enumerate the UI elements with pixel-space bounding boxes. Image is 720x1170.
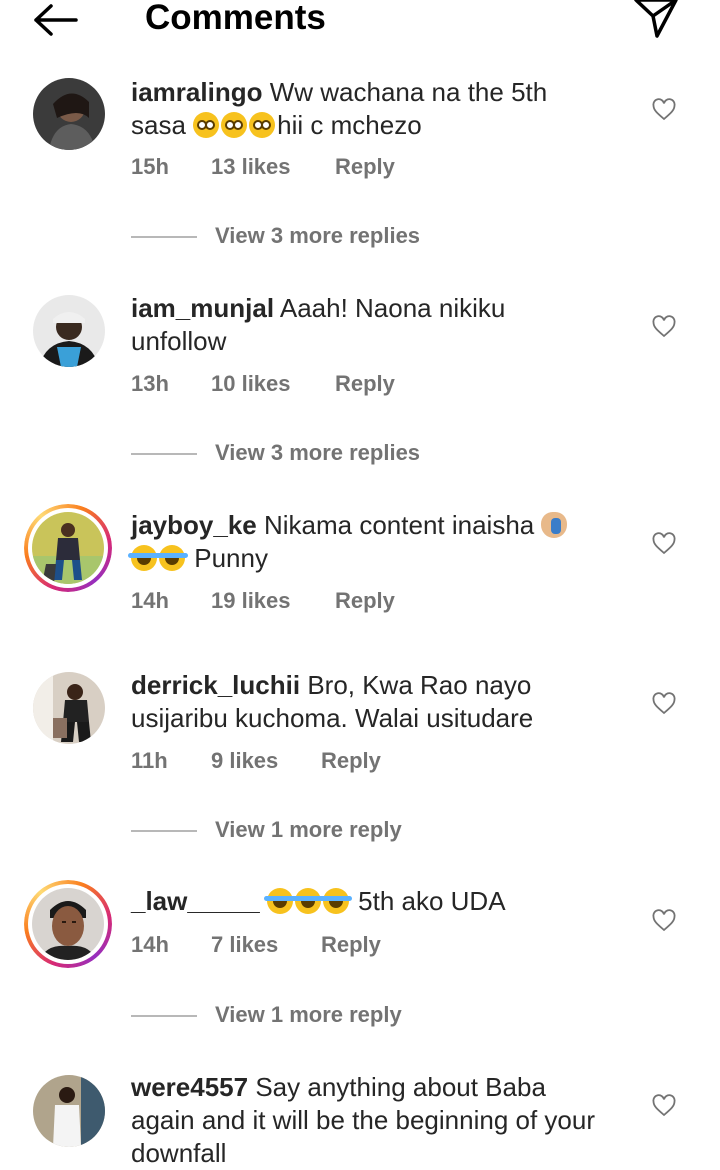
divider-line xyxy=(131,236,197,238)
divider-line xyxy=(131,830,197,832)
comment-username[interactable]: jayboy_ke xyxy=(131,510,257,540)
comment-username[interactable]: iamralingo xyxy=(131,77,262,107)
comment-time: 11h xyxy=(131,748,168,773)
comment-likes[interactable]: 10 likes xyxy=(211,369,291,399)
reply-button[interactable]: Reply xyxy=(321,930,381,960)
comment-body-end: hii c mchezo xyxy=(277,110,422,140)
flushed-face-emoji xyxy=(221,112,248,138)
comment-body: 5th ako UDA xyxy=(358,886,506,916)
reply-button[interactable]: Reply xyxy=(321,746,381,776)
comment-text: iam_munjal Aaah! Naona nikiku unfollow xyxy=(131,292,601,358)
divider-line xyxy=(131,1015,197,1017)
flushed-face-emoji xyxy=(193,112,220,138)
comment-text: _law_____ 5th ako UDA xyxy=(131,885,601,918)
face-with-tears-of-joy-emoji xyxy=(319,888,352,914)
comment-time: 14h xyxy=(131,588,169,613)
view-more-label[interactable]: View 1 more reply xyxy=(215,1000,402,1030)
avatar[interactable] xyxy=(33,672,105,744)
flushed-face-emoji xyxy=(249,112,276,138)
heart-outline-icon[interactable] xyxy=(652,315,676,339)
reply-button[interactable]: Reply xyxy=(335,369,395,399)
comment-text: jayboy_ke Nikama content inaisha Punny xyxy=(128,509,601,575)
divider-line xyxy=(131,453,197,455)
heart-outline-icon[interactable] xyxy=(652,692,676,716)
avatar-story-ring[interactable] xyxy=(24,504,112,592)
facepalm-emoji xyxy=(541,512,568,538)
page-title: Comments xyxy=(145,0,326,37)
reply-button[interactable]: Reply xyxy=(335,586,395,616)
share-button[interactable] xyxy=(632,0,680,40)
avatar[interactable] xyxy=(33,78,105,150)
comment-likes[interactable]: 7 likes xyxy=(211,930,278,960)
avatar-story-ring[interactable] xyxy=(24,880,112,968)
heart-outline-icon[interactable] xyxy=(652,909,676,933)
face-with-tears-of-joy-emoji xyxy=(128,545,160,571)
comment-time: 13h xyxy=(131,371,169,396)
view-more-label[interactable]: View 3 more replies xyxy=(215,221,420,251)
reply-button[interactable]: Reply xyxy=(335,152,395,182)
comment-username[interactable]: were4557 xyxy=(131,1072,248,1102)
comment-text: derrick_luchii Bro, Kwa Rao nayo usijari… xyxy=(131,669,601,735)
comment-likes[interactable]: 9 likes xyxy=(211,746,278,776)
comment-likes[interactable]: 19 likes xyxy=(211,586,291,616)
heart-outline-icon[interactable] xyxy=(652,1094,676,1118)
avatar[interactable] xyxy=(33,295,105,367)
heart-outline-icon[interactable] xyxy=(652,532,676,556)
view-more-label[interactable]: View 1 more reply xyxy=(215,815,402,845)
view-more-label[interactable]: View 3 more replies xyxy=(215,438,420,468)
comment-text: were4557 Say anything about Baba again a… xyxy=(131,1071,601,1170)
arrow-left-icon xyxy=(34,4,78,36)
avatar xyxy=(32,888,104,960)
avatar[interactable] xyxy=(33,1075,105,1147)
comment-username[interactable]: derrick_luchii xyxy=(131,670,300,700)
header-bar: Comments xyxy=(0,0,720,50)
comment-body-end: Punny xyxy=(194,543,268,573)
comment-username[interactable]: iam_munjal xyxy=(131,293,274,323)
comment-likes[interactable]: 13 likes xyxy=(211,152,291,182)
comment-body: Nikama content inaisha xyxy=(263,510,535,540)
face-with-tears-of-joy-emoji xyxy=(263,888,296,914)
paper-plane-icon xyxy=(634,0,678,38)
comment-time: 14h xyxy=(131,932,169,957)
back-button[interactable] xyxy=(32,2,80,38)
comment-time: 15h xyxy=(131,154,169,179)
face-with-tears-of-joy-emoji xyxy=(291,888,324,914)
avatar xyxy=(32,512,104,584)
heart-outline-icon[interactable] xyxy=(652,98,676,122)
comment-text: iamralingo Ww wachana na the 5th sasa hi… xyxy=(131,76,601,142)
face-with-tears-of-joy-emoji xyxy=(156,545,188,571)
comment-username[interactable]: _law_____ xyxy=(131,886,260,916)
